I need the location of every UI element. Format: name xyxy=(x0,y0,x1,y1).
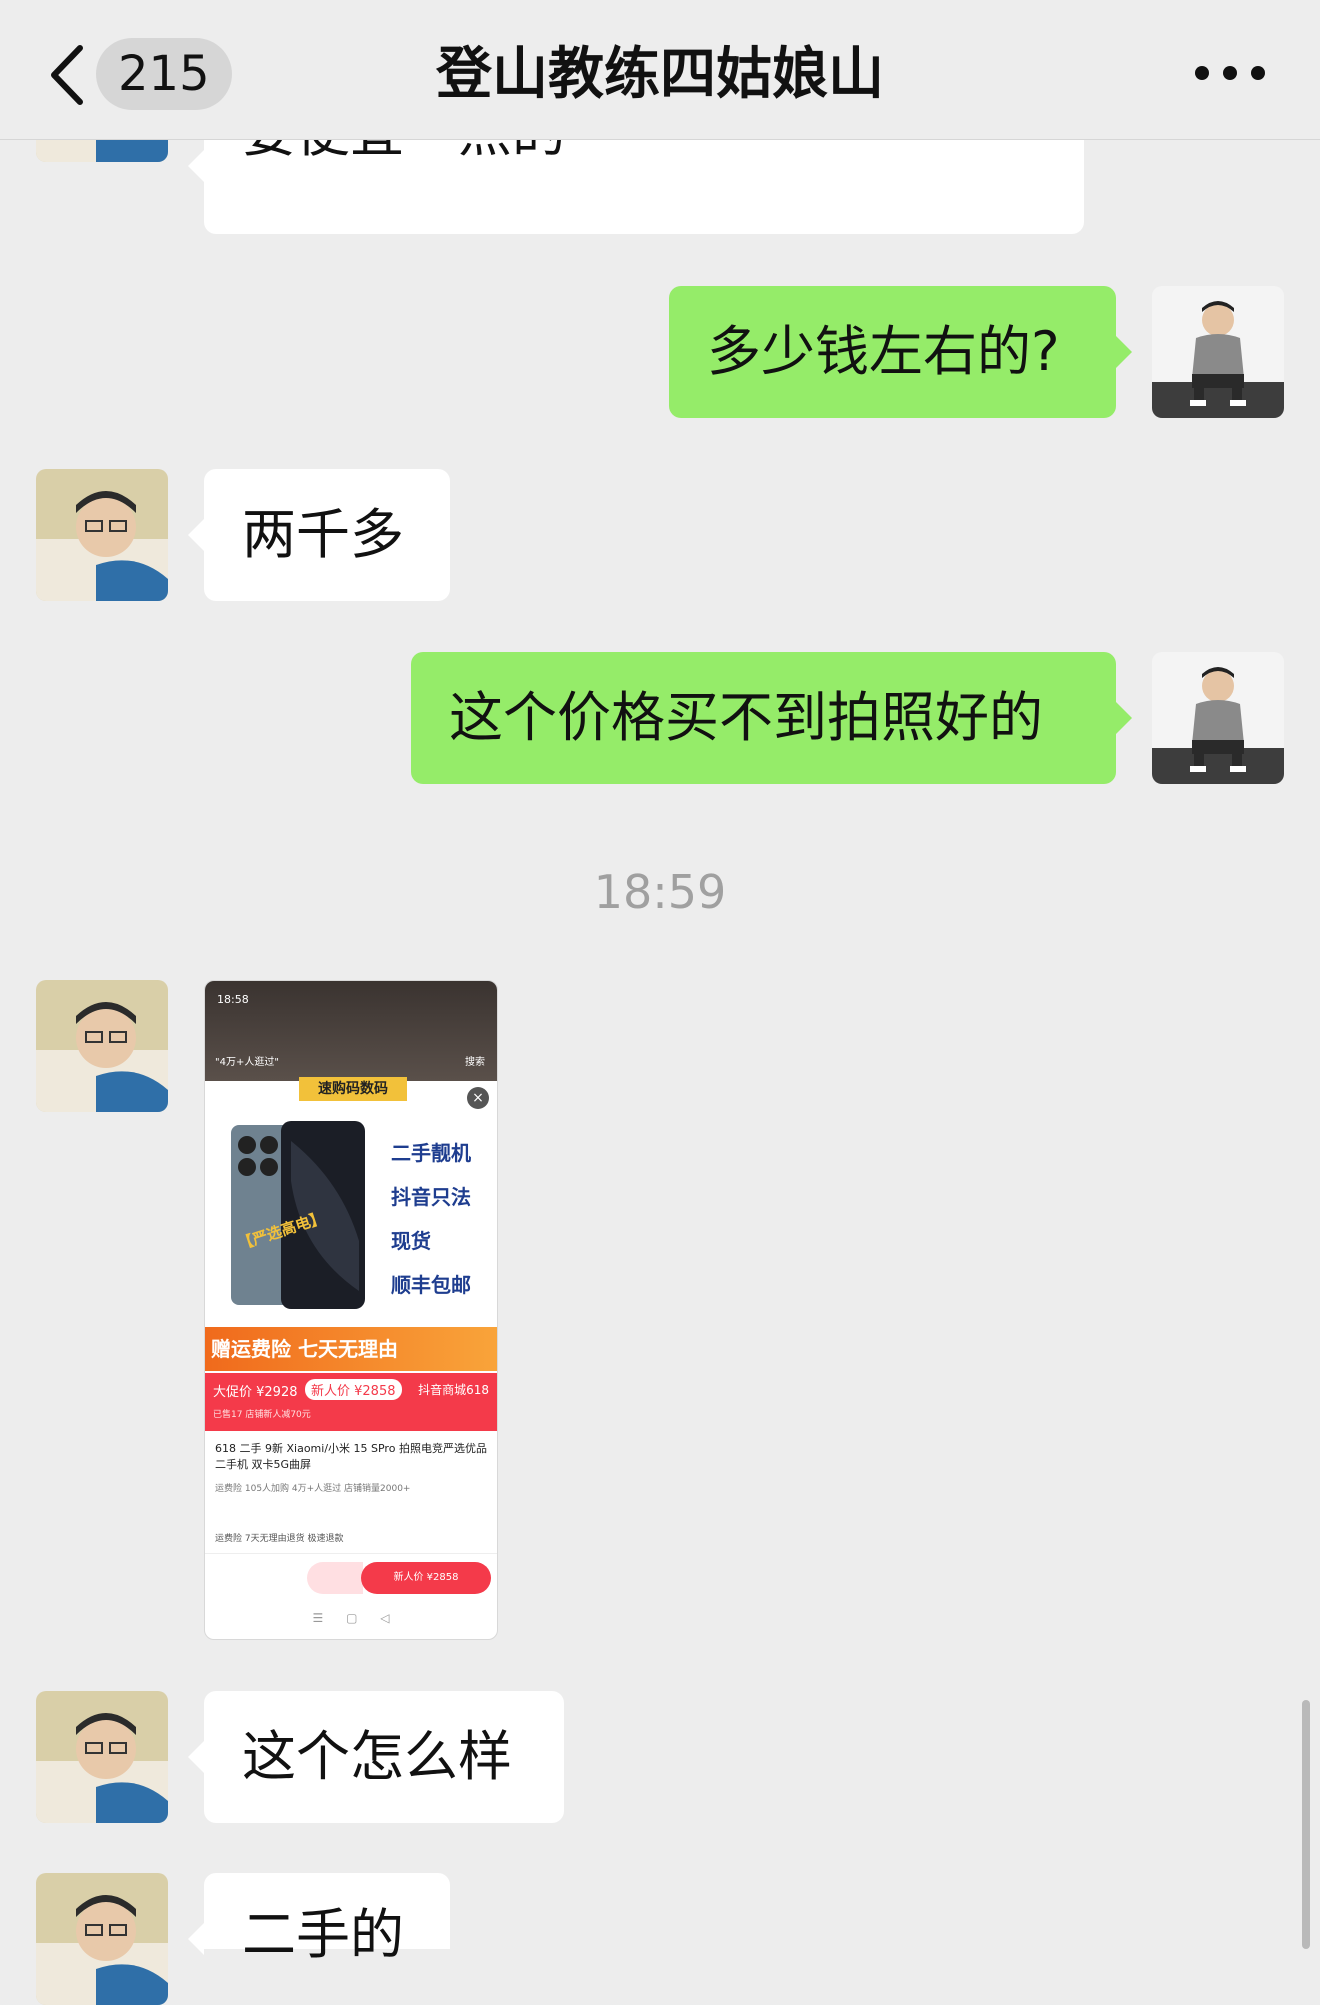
buy-button: 新人价 ¥2858 xyxy=(361,1562,491,1594)
contact-avatar-image xyxy=(36,1691,168,1823)
new-price-label: 新人价 ¥2858 xyxy=(305,1379,402,1400)
message-bubble-incoming[interactable]: 两千多 xyxy=(188,469,450,601)
shared-screenshot-image[interactable]: 18:58 "4万+人逛过" 搜索 速购码数码 × 【严选高电】 二手靓机 抖音… xyxy=(204,980,498,1640)
message-bubble-outgoing[interactable]: 这个价格买不到拍照好的 xyxy=(411,652,1132,784)
message-text: 多少钱左右的? xyxy=(707,320,1060,383)
unread-count-badge[interactable]: 215 xyxy=(96,38,232,110)
product-services: 运费险 7天无理由退货 极速退款 xyxy=(215,1534,344,1544)
product-meta: 运费险 105人加购 4万+人逛过 店铺销量2000+ xyxy=(215,1484,411,1494)
tag: 二手靓机 xyxy=(391,1141,471,1165)
screenshot-system-nav: ☰ ▢ ◁ xyxy=(312,1611,390,1625)
message-text: 这个价格买不到拍照好的 xyxy=(449,686,1043,749)
message-text: 二手的 xyxy=(242,1903,404,1966)
cart-icon xyxy=(307,1562,363,1594)
back-button[interactable] xyxy=(44,40,94,110)
my-avatar-image xyxy=(1152,652,1284,784)
more-button[interactable] xyxy=(1190,50,1270,96)
contact-avatar-image xyxy=(36,980,168,1112)
screenshot-store-name: 速购码数码 xyxy=(299,1077,407,1101)
screenshot-banner: 赠运费险 七天无理由 xyxy=(205,1327,497,1371)
message-bubble-outgoing[interactable]: 多少钱左右的? xyxy=(669,286,1132,418)
phone-product-image: 【严选高电】 xyxy=(231,1121,365,1309)
contact-avatar[interactable] xyxy=(36,1691,168,1823)
scrollbar[interactable] xyxy=(1302,1700,1310,1949)
screenshot-close-icon: × xyxy=(467,1087,489,1109)
my-avatar[interactable] xyxy=(1152,652,1284,784)
tag: 抖音只法 xyxy=(391,1185,471,1209)
chat-header: 215 登山教练四姑娘山 xyxy=(0,0,1320,140)
my-avatar[interactable] xyxy=(1152,286,1284,418)
screenshot-search-hint: "4万+人逛过" xyxy=(215,1057,279,1068)
more-dots-icon xyxy=(1195,66,1265,80)
mall-label: 抖音商城618 xyxy=(418,1383,489,1397)
contact-avatar[interactable] xyxy=(36,469,168,601)
tag: 顺丰包邮 xyxy=(391,1273,471,1297)
contact-avatar[interactable] xyxy=(36,980,168,1112)
message-bubble-incoming[interactable]: 二手的 xyxy=(188,1873,450,1966)
contact-avatar-image xyxy=(36,469,168,601)
screenshot-tags: 二手靓机 抖音只法 现货 顺丰包邮 xyxy=(391,1131,491,1307)
message-bubble-incoming[interactable]: 这个怎么样 xyxy=(188,1691,564,1823)
screenshot-status-time: 18:58 xyxy=(217,993,249,1006)
price-note: 已售17 店铺新人减70元 xyxy=(213,1410,311,1420)
chat-title: 登山教练四姑娘山 xyxy=(436,42,884,107)
tag: 现货 xyxy=(391,1229,431,1253)
screenshot-search-label: 搜索 xyxy=(465,1057,485,1068)
message-text: 这个怎么样 xyxy=(242,1725,512,1788)
message-timestamp: 18:59 xyxy=(593,865,727,919)
message-text: 两千多 xyxy=(242,503,404,566)
contact-avatar[interactable] xyxy=(36,1873,168,2005)
chevron-left-icon xyxy=(51,45,83,105)
screenshot-bottom-bar: 新人价 ¥2858 xyxy=(205,1553,497,1598)
screenshot-price-bar: 大促价 ¥2928 新人价 ¥2858 抖音商城618 已售17 店铺新人减70… xyxy=(205,1373,497,1431)
contact-avatar-image xyxy=(36,1873,168,2005)
product-title: 618 二手 9新 Xiaomi/小米 15 SPro 拍照电竞严选优品二手机 … xyxy=(215,1442,487,1471)
price-label: 大促价 ¥2928 xyxy=(213,1385,298,1400)
my-avatar-image xyxy=(1152,286,1284,418)
